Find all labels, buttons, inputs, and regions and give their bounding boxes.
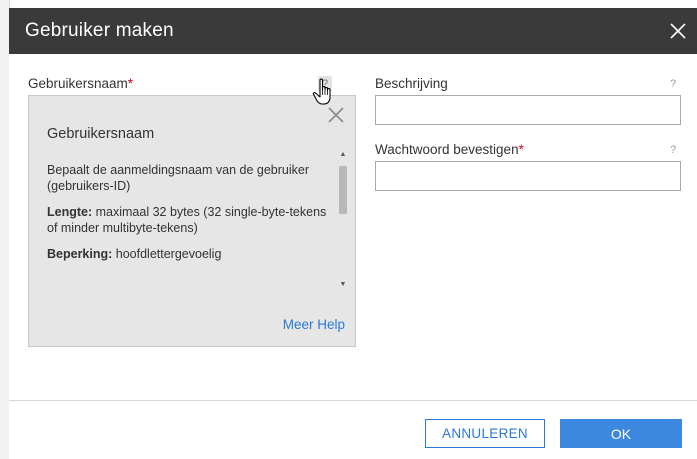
popover-scrollbar[interactable]: ▲ ▼ xyxy=(337,150,349,290)
scroll-down-icon[interactable]: ▼ xyxy=(337,280,349,290)
restriction-label: Beperking: xyxy=(47,247,113,261)
confirm-password-help-button[interactable]: ? xyxy=(666,142,680,158)
scrollbar-thumb[interactable] xyxy=(339,166,347,214)
popover-close-icon[interactable] xyxy=(326,105,346,125)
confirm-password-input[interactable] xyxy=(375,161,681,191)
more-help-link[interactable]: Meer Help xyxy=(283,317,345,332)
close-icon[interactable] xyxy=(663,16,693,46)
cancel-button[interactable]: ANNULEREN xyxy=(425,419,545,448)
popover-restriction: Beperking: hoofdlettergevoelig xyxy=(47,246,337,262)
required-marker: * xyxy=(127,76,134,91)
restriction-text: hoofdlettergevoelig xyxy=(112,247,222,261)
length-label: Lengte: xyxy=(47,205,93,219)
description-help-button[interactable]: ? xyxy=(666,76,680,92)
popover-length: Lengte: maximaal 32 bytes (32 single-byt… xyxy=(47,204,337,236)
scroll-up-icon[interactable]: ▲ xyxy=(337,150,349,160)
create-user-dialog: Gebruiker maken Gebruikersnaam* ? Beschr… xyxy=(9,8,697,459)
ok-button[interactable]: OK xyxy=(560,419,682,448)
help-popover: Gebruikersnaam Bepaalt de aanmeldingsnaa… xyxy=(28,95,356,347)
confirm-password-label: Wachtwoord bevestigen* xyxy=(375,142,524,157)
required-marker: * xyxy=(518,142,524,157)
description-input[interactable] xyxy=(375,95,681,125)
username-label: Gebruikersnaam* xyxy=(28,76,134,91)
footer-divider xyxy=(9,400,697,401)
description-label: Beschrijving xyxy=(375,76,448,91)
dialog-header: Gebruiker maken xyxy=(9,8,697,54)
dialog-title: Gebruiker maken xyxy=(25,20,174,41)
popover-description: Bepaalt de aanmeldingsnaam van de gebrui… xyxy=(47,163,309,193)
popover-body: Bepaalt de aanmeldingsnaam van de gebrui… xyxy=(47,162,337,272)
popover-title: Gebruikersnaam xyxy=(47,126,155,142)
username-help-button[interactable]: ? xyxy=(318,76,332,92)
